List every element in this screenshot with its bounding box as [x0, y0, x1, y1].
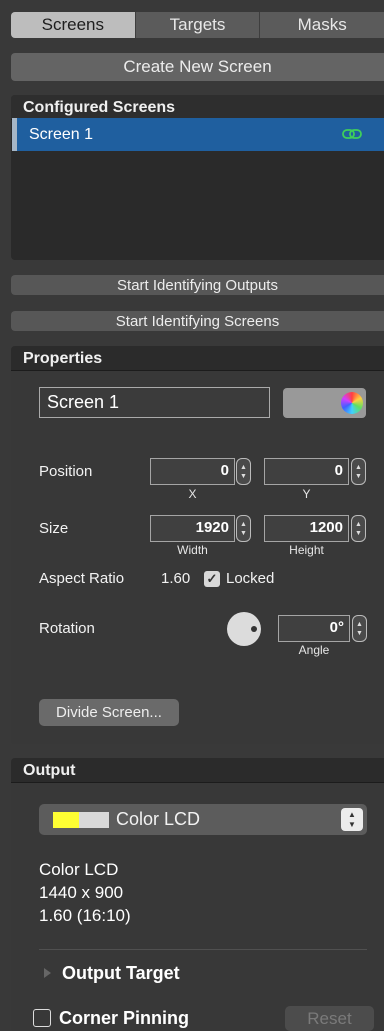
position-x-stepper[interactable]: ▲ ▼ [236, 458, 251, 485]
output-title: Output [11, 758, 384, 783]
properties-title: Properties [11, 346, 384, 371]
aspect-ratio-value: 1.60 [161, 570, 191, 587]
height-stepper[interactable]: ▲ ▼ [351, 515, 366, 542]
width-field[interactable]: 1920 [150, 515, 235, 542]
tab-bar: Screens Targets Masks [11, 12, 384, 38]
configured-screens-title: Configured Screens [11, 95, 384, 120]
x-label: X [188, 487, 197, 501]
divide-screen-button[interactable]: Divide Screen... [39, 699, 179, 726]
output-info-ratio: 1.60 (16:10) [39, 906, 131, 925]
angle-field[interactable]: 0° [278, 615, 350, 642]
link-icon [342, 127, 362, 145]
create-new-screen-button[interactable]: Create New Screen [11, 53, 384, 81]
tab-masks[interactable]: Masks [259, 12, 384, 38]
position-x-field[interactable]: 0 [150, 458, 235, 485]
output-display-select[interactable]: Color LCD ▲ ▼ [39, 804, 367, 835]
width-stepper[interactable]: ▲ ▼ [236, 515, 251, 542]
locked-label: Locked [226, 570, 275, 587]
width-label: Width [177, 543, 208, 557]
reset-button[interactable]: Reset [285, 1006, 374, 1031]
locked-checkbox-row[interactable]: ✓ Locked [204, 570, 274, 587]
position-y-stepper[interactable]: ▲ ▼ [351, 458, 366, 485]
height-label: Height [289, 543, 324, 557]
corner-pinning-label: Corner Pinning [59, 1008, 189, 1028]
position-y-field[interactable]: 0 [264, 458, 349, 485]
y-label: Y [302, 487, 311, 501]
position-label: Position [39, 463, 93, 480]
output-info-resolution: 1440 x 900 [39, 883, 124, 902]
start-identifying-outputs-button[interactable]: Start Identifying Outputs [11, 275, 384, 295]
angle-stepper[interactable]: ▲ ▼ [352, 615, 367, 642]
display-swatch-yellow [53, 812, 79, 828]
start-identifying-screens-button[interactable]: Start Identifying Screens [11, 311, 384, 331]
selection-indicator [12, 118, 17, 151]
angle-label: Angle [298, 643, 330, 657]
corner-pinning-checkbox[interactable] [33, 1009, 51, 1027]
knob-indicator [251, 626, 257, 632]
screen-name-field[interactable]: Screen 1 [39, 387, 270, 418]
locked-checkbox[interactable]: ✓ [204, 570, 220, 587]
color-wheel-icon [341, 392, 363, 414]
display-swatch-gray [79, 812, 109, 828]
height-field[interactable]: 1200 [264, 515, 349, 542]
rotation-label: Rotation [39, 620, 95, 637]
list-item-screen-1[interactable]: Screen 1 [12, 118, 384, 151]
output-target-label[interactable]: Output Target [62, 963, 180, 984]
output-info-name: Color LCD [39, 860, 119, 879]
output-display-selected: Color LCD [116, 809, 201, 829]
tab-targets[interactable]: Targets [134, 12, 260, 38]
aspect-ratio-label: Aspect Ratio [39, 570, 125, 587]
tab-screens[interactable]: Screens [11, 12, 135, 38]
chevron-updown-icon: ▲ ▼ [341, 808, 363, 831]
disclosure-triangle-icon[interactable] [44, 968, 51, 978]
list-item-label: Screen 1 [29, 125, 94, 143]
size-label: Size [39, 520, 69, 537]
color-well[interactable] [283, 388, 366, 418]
divider [39, 949, 367, 950]
rotation-knob[interactable] [227, 612, 261, 646]
